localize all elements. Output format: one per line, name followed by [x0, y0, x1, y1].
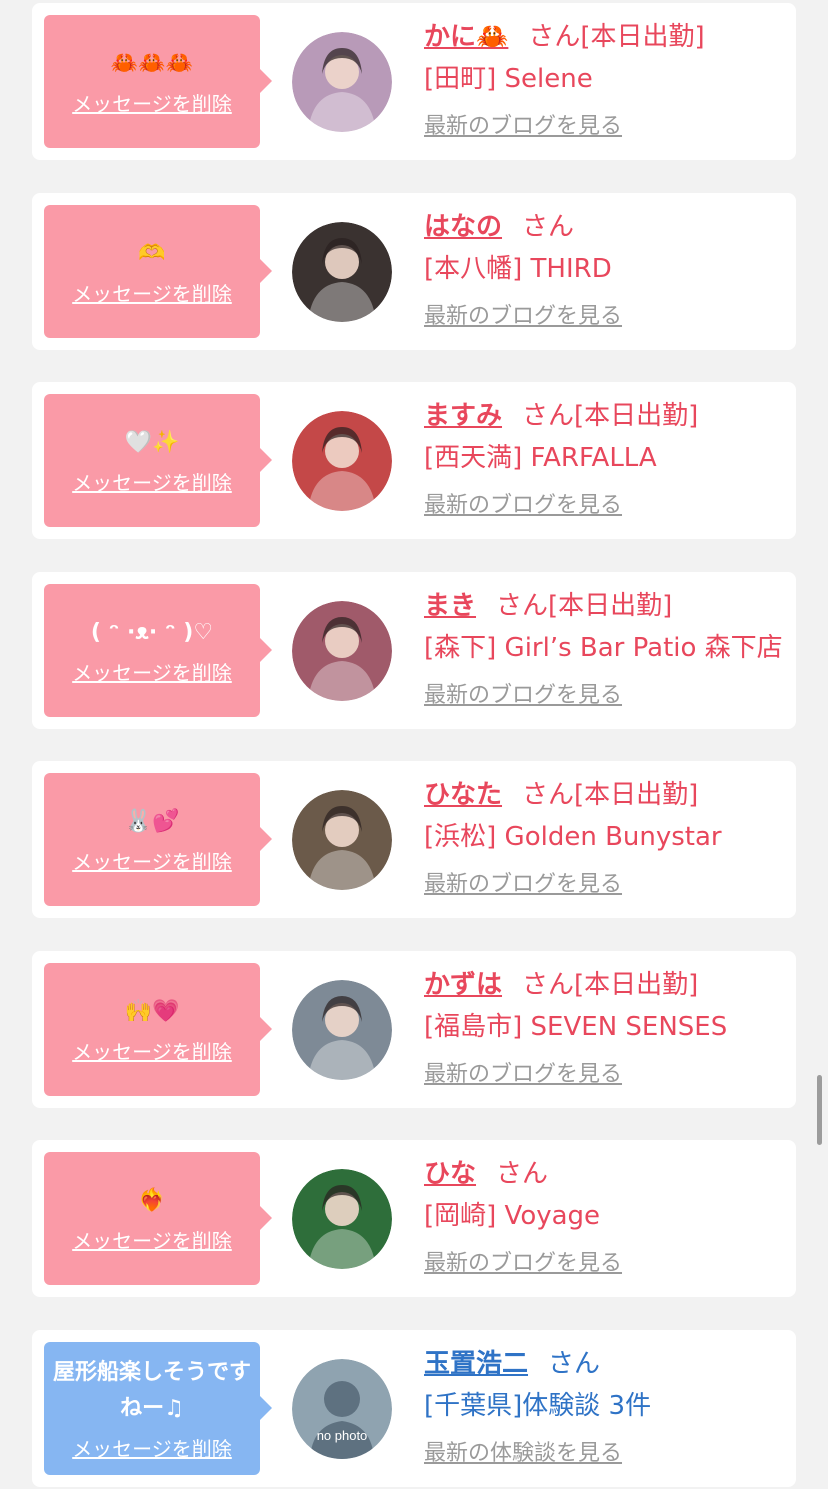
message-bubble: 🙌💗 メッセージを削除 [44, 962, 272, 1096]
honorific-status: さん [522, 211, 575, 242]
user-info: ひな さん [岡崎] Voyage 最新のブログを見る [424, 1154, 788, 1284]
girl-photo-avatar[interactable] [292, 979, 392, 1080]
latest-post-link[interactable]: 最新のブログを見る [424, 676, 788, 716]
message-card: ( ᵔ ·ᴥ· ᵔ )♡ メッセージを削除 まき さん[本日出勤] [森下] Gi… [32, 571, 796, 729]
delete-message-link[interactable]: メッセージを削除 [72, 1036, 232, 1065]
user-info: 玉置浩二 さん [千葉県]体験談 3件 最新の体験談を見る [424, 1344, 788, 1474]
message-text: 🐰💕 [124, 809, 180, 834]
message-text: 🙌💗 [124, 998, 180, 1024]
message-card: 🦀🦀🦀 メッセージを削除 かに🦀 さん[本日出勤] [田町] Selene 最新の… [32, 3, 796, 160]
user-info: ますみ さん[本日出勤] [西天満] FARFALLA 最新のブログを見る [424, 396, 788, 526]
delete-message-link[interactable]: メッセージを削除 [72, 88, 232, 117]
honorific-status: さん[本日出勤] [522, 401, 699, 431]
message-card: ❤️‍🔥 メッセージを削除 ひな さん [岡崎] Voyage 最新のブログを見る [32, 1140, 796, 1297]
girl-photo-avatar[interactable] [292, 600, 392, 701]
honorific-status: さん[本日出勤] [528, 22, 705, 52]
girl-photo-avatar[interactable] [292, 411, 392, 511]
delete-message-link[interactable]: メッセージを削除 [72, 1433, 232, 1462]
user-name-link[interactable]: まき [424, 591, 476, 621]
user-info: まき さん[本日出勤] [森下] Girl’s Bar Patio 森下店 最新の… [424, 586, 788, 716]
shop-label: [本八幡] THIRD [424, 253, 612, 284]
honorific-status: さん[本日出勤] [496, 590, 673, 621]
delete-message-link[interactable]: メッセージを削除 [72, 846, 232, 875]
message-card: 🫶 メッセージを削除 はなの さん [本八幡] THIRD 最新のブログを見る [32, 192, 796, 350]
user-name-link[interactable]: ますみ [424, 401, 502, 431]
shop-label: [千葉県]体験談 3件 [424, 1390, 652, 1421]
delete-message-link[interactable]: メッセージを削除 [72, 657, 232, 686]
message-bubble: ❤️‍🔥 メッセージを削除 [44, 1152, 272, 1285]
latest-post-link[interactable]: 最新のブログを見る [424, 865, 788, 905]
shop-label: [福島市] SEVEN SENSES [424, 1011, 728, 1042]
message-text: 🦀🦀🦀 [110, 51, 194, 76]
user-name-link[interactable]: ひなた [424, 780, 502, 810]
user-name-link[interactable]: はなの [424, 212, 502, 242]
honorific-status: さん [496, 1159, 549, 1189]
message-bubble: 🐰💕 メッセージを削除 [44, 773, 272, 906]
user-info: はなの さん [本八幡] THIRD 最新のブログを見る [424, 207, 788, 337]
message-bubble: ( ᵔ ·ᴥ· ᵔ )♡ メッセージを削除 [44, 583, 272, 717]
user-name-link[interactable]: かずは [424, 970, 502, 1000]
message-card: 🤍✨ メッセージを削除 ますみ さん[本日出勤] [西天満] FARFALLA 最… [32, 382, 796, 539]
girl-photo-avatar[interactable] [292, 1169, 392, 1269]
honorific-status: さん[本日出勤] [522, 780, 699, 810]
message-text: 🤍✨ [124, 430, 180, 455]
girl-photo-avatar[interactable] [292, 790, 392, 890]
latest-post-link[interactable]: 最新のブログを見る [424, 297, 788, 337]
delete-message-link[interactable]: メッセージを削除 [72, 278, 232, 307]
user-info: ひなた さん[本日出勤] [浜松] Golden Bunystar 最新のブログを… [424, 775, 788, 905]
delete-message-link[interactable]: メッセージを削除 [72, 467, 232, 496]
no-photo-text: no photo [317, 1428, 368, 1443]
girl-photo-avatar[interactable] [292, 32, 392, 132]
message-card: 🙌💗 メッセージを削除 かずは さん[本日出勤] [福島市] SEVEN SENS… [32, 950, 796, 1108]
message-text: ( ᵔ ·ᴥ· ᵔ )♡ [90, 619, 214, 645]
latest-post-link[interactable]: 最新のブログを見る [424, 486, 788, 526]
latest-post-link[interactable]: 最新の体験談を見る [424, 1434, 788, 1474]
honorific-status: さん [548, 1348, 601, 1379]
latest-post-link[interactable]: 最新のブログを見る [424, 1244, 788, 1284]
message-text: ❤️‍🔥 [138, 1188, 166, 1213]
shop-label: [浜松] Golden Bunystar [424, 822, 722, 852]
latest-post-link[interactable]: 最新のブログを見る [424, 107, 788, 147]
user-name-link[interactable]: かに🦀 [424, 22, 508, 52]
message-bubble: 🦀🦀🦀 メッセージを削除 [44, 15, 272, 148]
user-info: かずは さん[本日出勤] [福島市] SEVEN SENSES 最新のブログを見る [424, 965, 788, 1095]
shop-label: [森下] Girl’s Bar Patio 森下店 [424, 632, 783, 663]
no-photo-avatar[interactable]: no photo [292, 1358, 392, 1459]
user-info: かに🦀 さん[本日出勤] [田町] Selene 最新のブログを見る [424, 17, 788, 147]
shop-label: [岡崎] Voyage [424, 1201, 601, 1231]
message-text: 🫶 [138, 240, 166, 266]
message-bubble: 屋形船楽しそうですねー♫ メッセージを削除 [44, 1341, 272, 1475]
girl-photo-avatar[interactable] [292, 221, 392, 322]
message-bubble: 🫶 メッセージを削除 [44, 204, 272, 338]
delete-message-link[interactable]: メッセージを削除 [72, 1225, 232, 1254]
message-text: 屋形船楽しそうですねー♫ [52, 1359, 251, 1421]
message-card: 屋形船楽しそうですねー♫ メッセージを削除 no photo 玉置浩二 さん [千… [32, 1329, 796, 1487]
message-bubble: 🤍✨ メッセージを削除 [44, 394, 272, 527]
honorific-status: さん[本日出勤] [522, 969, 699, 1000]
message-card: 🐰💕 メッセージを削除 ひなた さん[本日出勤] [浜松] Golden Buny… [32, 761, 796, 918]
user-name-link[interactable]: 玉置浩二 [424, 1349, 528, 1379]
latest-post-link[interactable]: 最新のブログを見る [424, 1055, 788, 1095]
shop-label: [西天満] FARFALLA [424, 443, 657, 473]
user-name-link[interactable]: ひな [424, 1159, 476, 1189]
shop-label: [田町] Selene [424, 64, 593, 94]
scrollbar[interactable] [817, 1075, 822, 1145]
